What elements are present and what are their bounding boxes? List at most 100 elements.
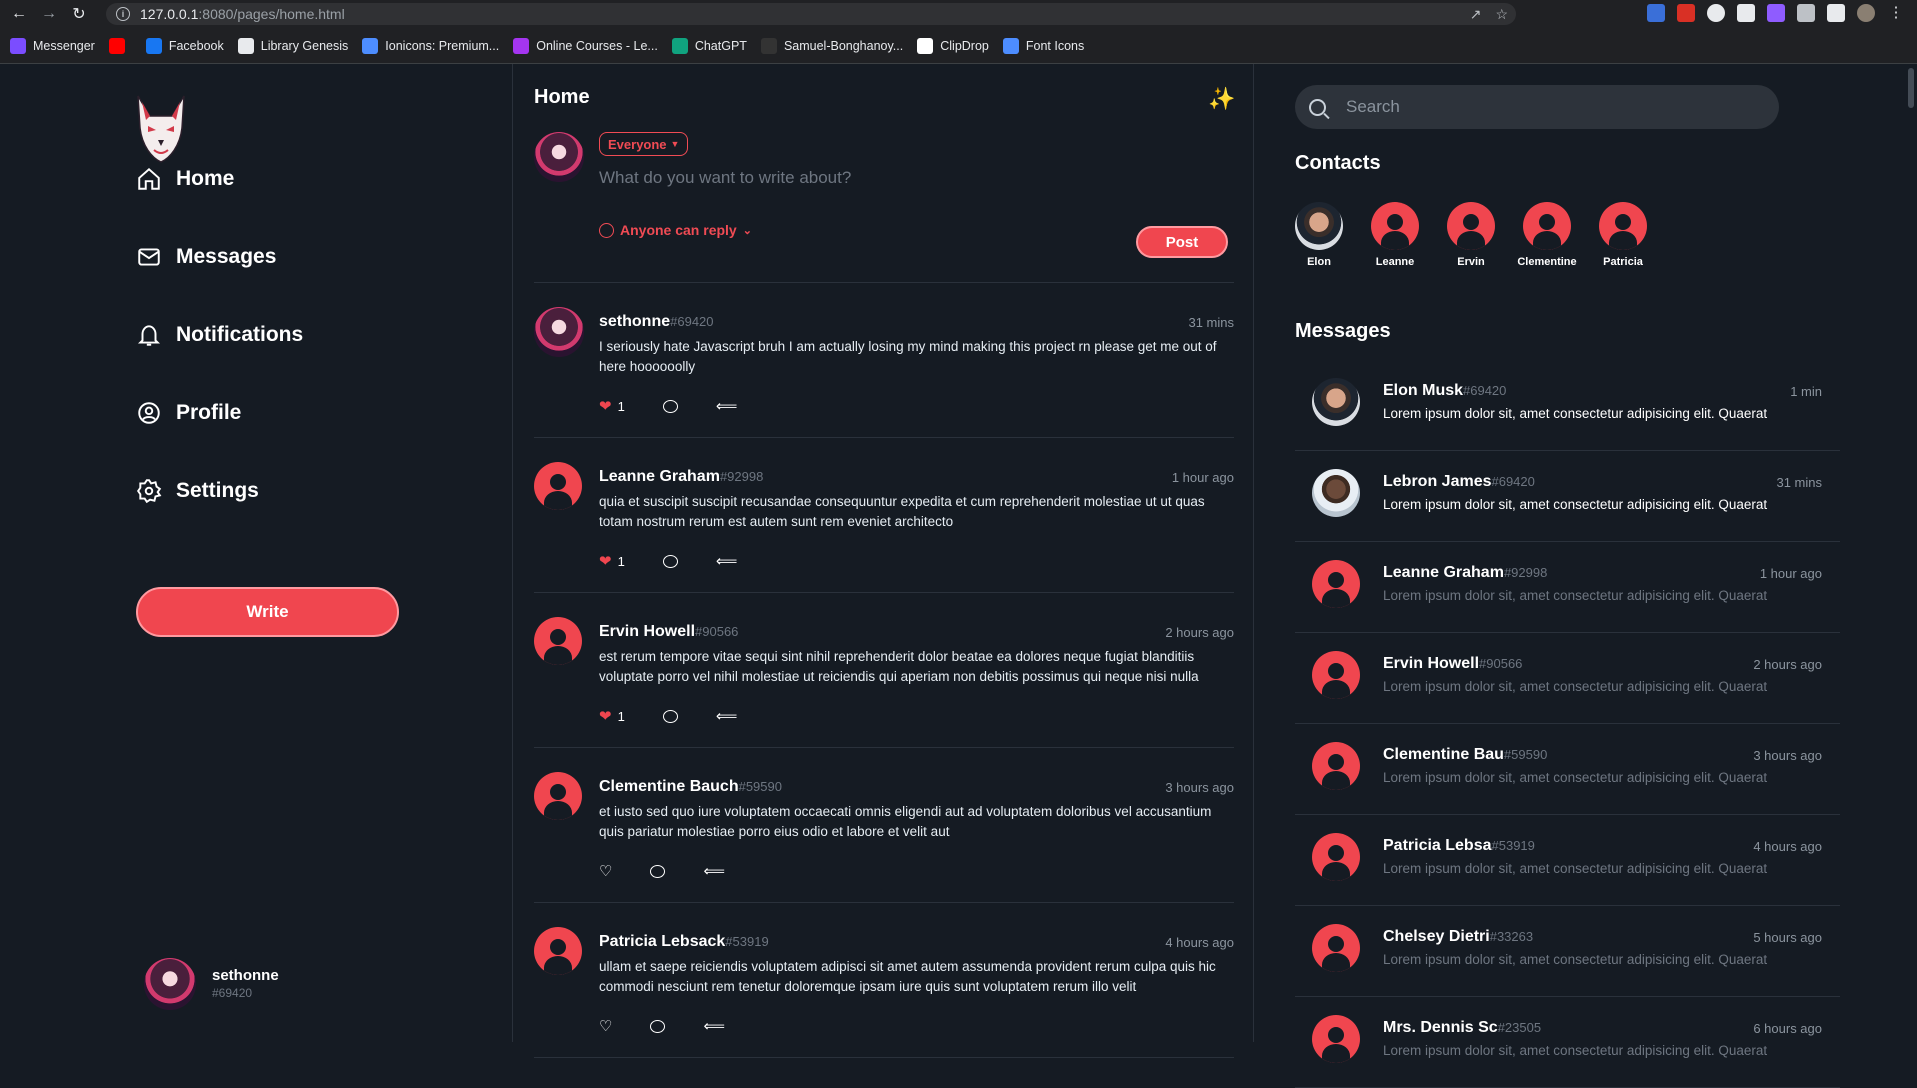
like-button[interactable]: ♡ bbox=[599, 1017, 612, 1035]
contact-item[interactable]: Clementine bbox=[1517, 202, 1577, 268]
avatar[interactable] bbox=[534, 307, 584, 357]
avatar[interactable] bbox=[534, 462, 582, 510]
nav-messages-label: Messages bbox=[176, 245, 277, 268]
bookmark-item[interactable]: Font Icons bbox=[1002, 37, 1084, 54]
nav-home[interactable]: Home bbox=[136, 166, 234, 192]
contact-item[interactable]: Patricia bbox=[1593, 202, 1653, 268]
extension-icon[interactable] bbox=[1737, 4, 1755, 22]
extension-icon[interactable] bbox=[1647, 4, 1665, 22]
address-bar[interactable]: i 127.0.0.1:8080/pages/home.html ↗ ☆ bbox=[106, 3, 1516, 25]
avatar[interactable] bbox=[534, 617, 582, 665]
share-button[interactable]: ⟸ bbox=[703, 862, 725, 880]
browser-toolbar: ← → ↻ i 127.0.0.1:8080/pages/home.html ↗… bbox=[0, 0, 1917, 28]
forward-icon[interactable]: → bbox=[38, 3, 60, 25]
profile-avatar[interactable] bbox=[1857, 4, 1875, 22]
avatar[interactable] bbox=[534, 927, 582, 975]
bookmark-item[interactable]: ClipDrop bbox=[917, 37, 989, 54]
post-actions: ♡ ⟸ bbox=[599, 862, 763, 880]
nav-notifications[interactable]: Notifications bbox=[136, 322, 303, 348]
extension-icon[interactable] bbox=[1767, 4, 1785, 22]
share-button[interactable]: ⟸ bbox=[716, 397, 738, 415]
bookmark-label: Library Genesis bbox=[260, 38, 349, 53]
message-item[interactable]: Lebron James#69420 31 mins Lorem ipsum dol… bbox=[1295, 451, 1840, 542]
comment-button[interactable] bbox=[650, 1019, 666, 1033]
search-input[interactable]: Search bbox=[1295, 85, 1779, 129]
message-sender-tag: #33263 bbox=[1489, 929, 1534, 944]
post-author[interactable]: Patricia Lebsack#53919 bbox=[599, 933, 769, 951]
current-user[interactable]: sethonne #69420 bbox=[144, 958, 279, 1010]
side-panel-icon[interactable] bbox=[1827, 4, 1845, 22]
extension-icon[interactable] bbox=[1677, 4, 1695, 22]
like-button[interactable]: ❤ 1 bbox=[599, 397, 625, 415]
bookmark-item[interactable] bbox=[108, 37, 132, 54]
write-button[interactable]: Write bbox=[136, 587, 399, 637]
nav-settings[interactable]: Settings bbox=[136, 478, 259, 504]
post-author[interactable]: Leanne Graham#92998 bbox=[599, 468, 763, 486]
message-item[interactable]: Ervin Howell#90566 2 hours ago Lorem ipsum… bbox=[1295, 633, 1840, 724]
message-item[interactable]: Leanne Graham#92998 1 hour ago Lorem ipsum… bbox=[1295, 542, 1840, 633]
avatar bbox=[534, 132, 584, 182]
audience-label: Everyone bbox=[608, 136, 667, 152]
bookmark-favicon-icon bbox=[10, 37, 26, 54]
reply-setting[interactable]: Anyone can reply ⌄ bbox=[599, 222, 752, 238]
right-sidebar: Search Contacts Elon Leanne Ervin Clementin… bbox=[1255, 64, 1917, 1088]
message-time: 3 hours ago bbox=[1753, 748, 1822, 763]
like-button[interactable]: ♡ bbox=[599, 862, 612, 880]
comment-button[interactable] bbox=[650, 864, 666, 878]
message-item[interactable]: Patricia Lebsa#53919 4 hours ago Lorem ips… bbox=[1295, 815, 1840, 906]
kebab-menu-icon[interactable]: ⋮ bbox=[1887, 4, 1905, 22]
post-author-name: Clementine Bauch bbox=[599, 778, 739, 795]
bookmark-item[interactable]: Facebook bbox=[145, 37, 224, 54]
post-author-name: Ervin Howell bbox=[599, 623, 696, 640]
site-info-icon[interactable]: i bbox=[116, 7, 130, 21]
like-button[interactable]: ❤ 1 bbox=[599, 552, 625, 570]
nav-profile[interactable]: Profile bbox=[136, 400, 241, 426]
message-time: 1 hour ago bbox=[1759, 566, 1822, 581]
feed-column: Home ✨ Everyone ▼ What do you want to wri… bbox=[514, 64, 1254, 1058]
avatar bbox=[1312, 651, 1360, 699]
contact-item[interactable]: Elon bbox=[1289, 202, 1349, 268]
like-count: 1 bbox=[617, 398, 625, 414]
heart-icon: ❤ bbox=[599, 553, 612, 570]
scrollbar[interactable] bbox=[1905, 64, 1917, 1042]
message-item[interactable]: Elon Musk#69420 1 min Lorem ipsum dolor si… bbox=[1295, 360, 1840, 451]
contact-item[interactable]: Ervin bbox=[1441, 202, 1501, 268]
post-author[interactable]: Ervin Howell#90566 bbox=[599, 623, 738, 641]
comment-button[interactable] bbox=[662, 554, 678, 568]
avatar bbox=[1523, 202, 1571, 250]
nav-messages[interactable]: Messages bbox=[136, 244, 276, 270]
share-button[interactable]: ⟸ bbox=[716, 552, 738, 570]
post-author-tag: #69420 bbox=[670, 314, 714, 329]
message-item[interactable]: Chelsey Dietri#33263 5 hours ago Lorem ips… bbox=[1295, 906, 1840, 997]
bookmark-item[interactable]: Library Genesis bbox=[237, 37, 349, 54]
audience-dropdown[interactable]: Everyone ▼ bbox=[599, 132, 689, 156]
puzzle-icon[interactable] bbox=[1797, 4, 1815, 22]
share-button[interactable]: ⟸ bbox=[716, 707, 738, 725]
bookmark-item[interactable]: Samuel-Bonghanoy... bbox=[760, 37, 903, 54]
search-placeholder: Search bbox=[1346, 97, 1400, 116]
share-page-icon[interactable]: ↗ bbox=[1470, 6, 1482, 23]
message-item[interactable]: Mrs. Dennis Sc#23505 6 hours ago Lorem ips… bbox=[1295, 997, 1840, 1088]
comment-button[interactable] bbox=[662, 709, 678, 723]
contact-item[interactable]: Leanne bbox=[1365, 202, 1425, 268]
post-input[interactable]: What do you want to write about? bbox=[599, 168, 851, 188]
bookmark-item[interactable]: Messenger bbox=[10, 37, 95, 54]
back-icon[interactable]: ← bbox=[8, 3, 30, 25]
like-button[interactable]: ❤ 1 bbox=[599, 707, 625, 725]
message-item[interactable]: Clementine Bau#59590 3 hours ago Lorem ips… bbox=[1295, 724, 1840, 815]
bookmark-item[interactable]: Ionicons: Premium... bbox=[362, 37, 499, 54]
post-author[interactable]: Clementine Bauch#59590 bbox=[599, 778, 782, 796]
avatar[interactable] bbox=[534, 772, 582, 820]
magic-wand-icon[interactable]: ✨ bbox=[1208, 86, 1235, 112]
reload-icon[interactable]: ↻ bbox=[68, 3, 90, 25]
extension-icon[interactable] bbox=[1707, 4, 1725, 22]
post-button[interactable]: Post bbox=[1136, 226, 1228, 258]
bookmark-star-icon[interactable]: ☆ bbox=[1495, 6, 1508, 23]
post-author[interactable]: sethonne#69420 bbox=[599, 313, 714, 331]
user-circle-icon bbox=[138, 402, 160, 424]
bookmark-item[interactable]: Online Courses - Le... bbox=[513, 37, 658, 54]
post-body: est rerum tempore vitae sequi sint nihil… bbox=[599, 649, 1199, 684]
share-button[interactable]: ⟸ bbox=[703, 1017, 725, 1035]
comment-button[interactable] bbox=[662, 399, 678, 413]
bookmark-item[interactable]: ChatGPT bbox=[671, 37, 747, 54]
